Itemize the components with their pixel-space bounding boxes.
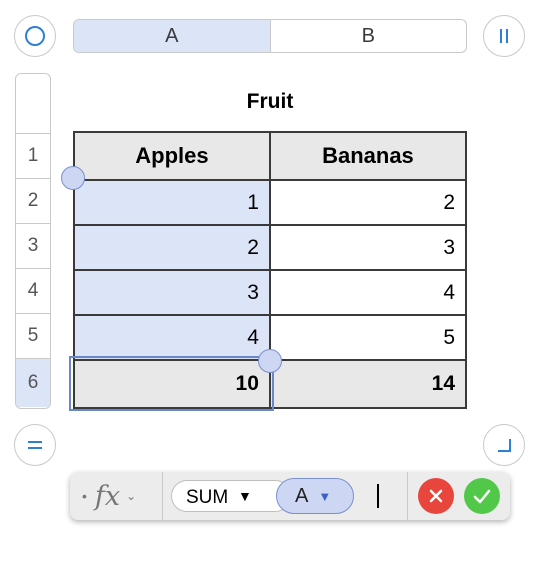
table-cell[interactable]: 1	[73, 179, 271, 226]
table-cell[interactable]: 5	[268, 314, 468, 361]
circle-icon	[25, 26, 45, 46]
row-header-2[interactable]: 2	[16, 179, 50, 224]
accept-icon	[473, 489, 491, 504]
resize-table-button[interactable]	[483, 424, 525, 466]
pause-icon	[500, 29, 508, 43]
reference-token[interactable]: A ▼	[276, 478, 354, 514]
function-token[interactable]: SUM ▼	[171, 480, 291, 512]
formula-actions	[408, 472, 510, 520]
function-token-label: SUM	[186, 487, 229, 508]
formula-bar: • fx ⌄ SUM ▼ A ▼	[70, 472, 510, 520]
column-header-a[interactable]: A	[74, 20, 270, 52]
row-header-1[interactable]: 1	[16, 134, 50, 179]
header-cell-bananas[interactable]: Bananas	[268, 131, 468, 181]
reference-token-label: A	[295, 484, 309, 507]
add-row-button[interactable]	[14, 424, 56, 466]
row-header-6[interactable]: 6	[16, 359, 50, 407]
formula-editor[interactable]: SUM ▼ A ▼	[163, 472, 408, 520]
bullet-icon: •	[82, 488, 87, 504]
corner-icon	[498, 439, 511, 452]
accept-button[interactable]	[464, 478, 500, 514]
fx-label: fx	[94, 480, 121, 512]
function-menu-button[interactable]: • fx ⌄	[70, 472, 163, 520]
table-cell[interactable]: 4	[268, 269, 468, 316]
table-cell[interactable]: 2	[268, 179, 468, 226]
header-cell-apples[interactable]: Apples	[73, 131, 271, 181]
table-title: Fruit	[246, 90, 294, 113]
table-cell[interactable]: 2	[73, 224, 271, 271]
row-header-bar: 1 2 3 4 5 6	[15, 73, 51, 409]
add-column-button[interactable]	[483, 15, 525, 57]
dropdown-triangle-icon: ▼	[238, 488, 252, 504]
row-header-5[interactable]: 5	[16, 314, 50, 359]
column-header-b[interactable]: B	[269, 20, 467, 52]
row-header-4[interactable]: 4	[16, 269, 50, 314]
text-cursor	[377, 484, 379, 508]
select-table-button[interactable]	[14, 15, 56, 57]
equals-icon	[28, 441, 42, 449]
selection-handle-end[interactable]	[258, 349, 282, 373]
cancel-icon	[429, 489, 443, 503]
column-header-bar: A B	[73, 19, 467, 53]
table-cell[interactable]: 4	[73, 314, 271, 361]
cancel-button[interactable]	[418, 478, 454, 514]
selection-handle-start[interactable]	[61, 166, 85, 190]
table-cell[interactable]: 3	[268, 224, 468, 271]
active-cell-outline	[69, 356, 274, 411]
chevron-down-icon: ⌄	[126, 489, 137, 503]
row-header-spacer	[16, 74, 50, 134]
table-cell[interactable]: 3	[73, 269, 271, 316]
row-header-3[interactable]: 3	[16, 224, 50, 269]
dropdown-triangle-icon: ▼	[318, 488, 332, 504]
total-cell-bananas[interactable]: 14	[268, 359, 468, 409]
